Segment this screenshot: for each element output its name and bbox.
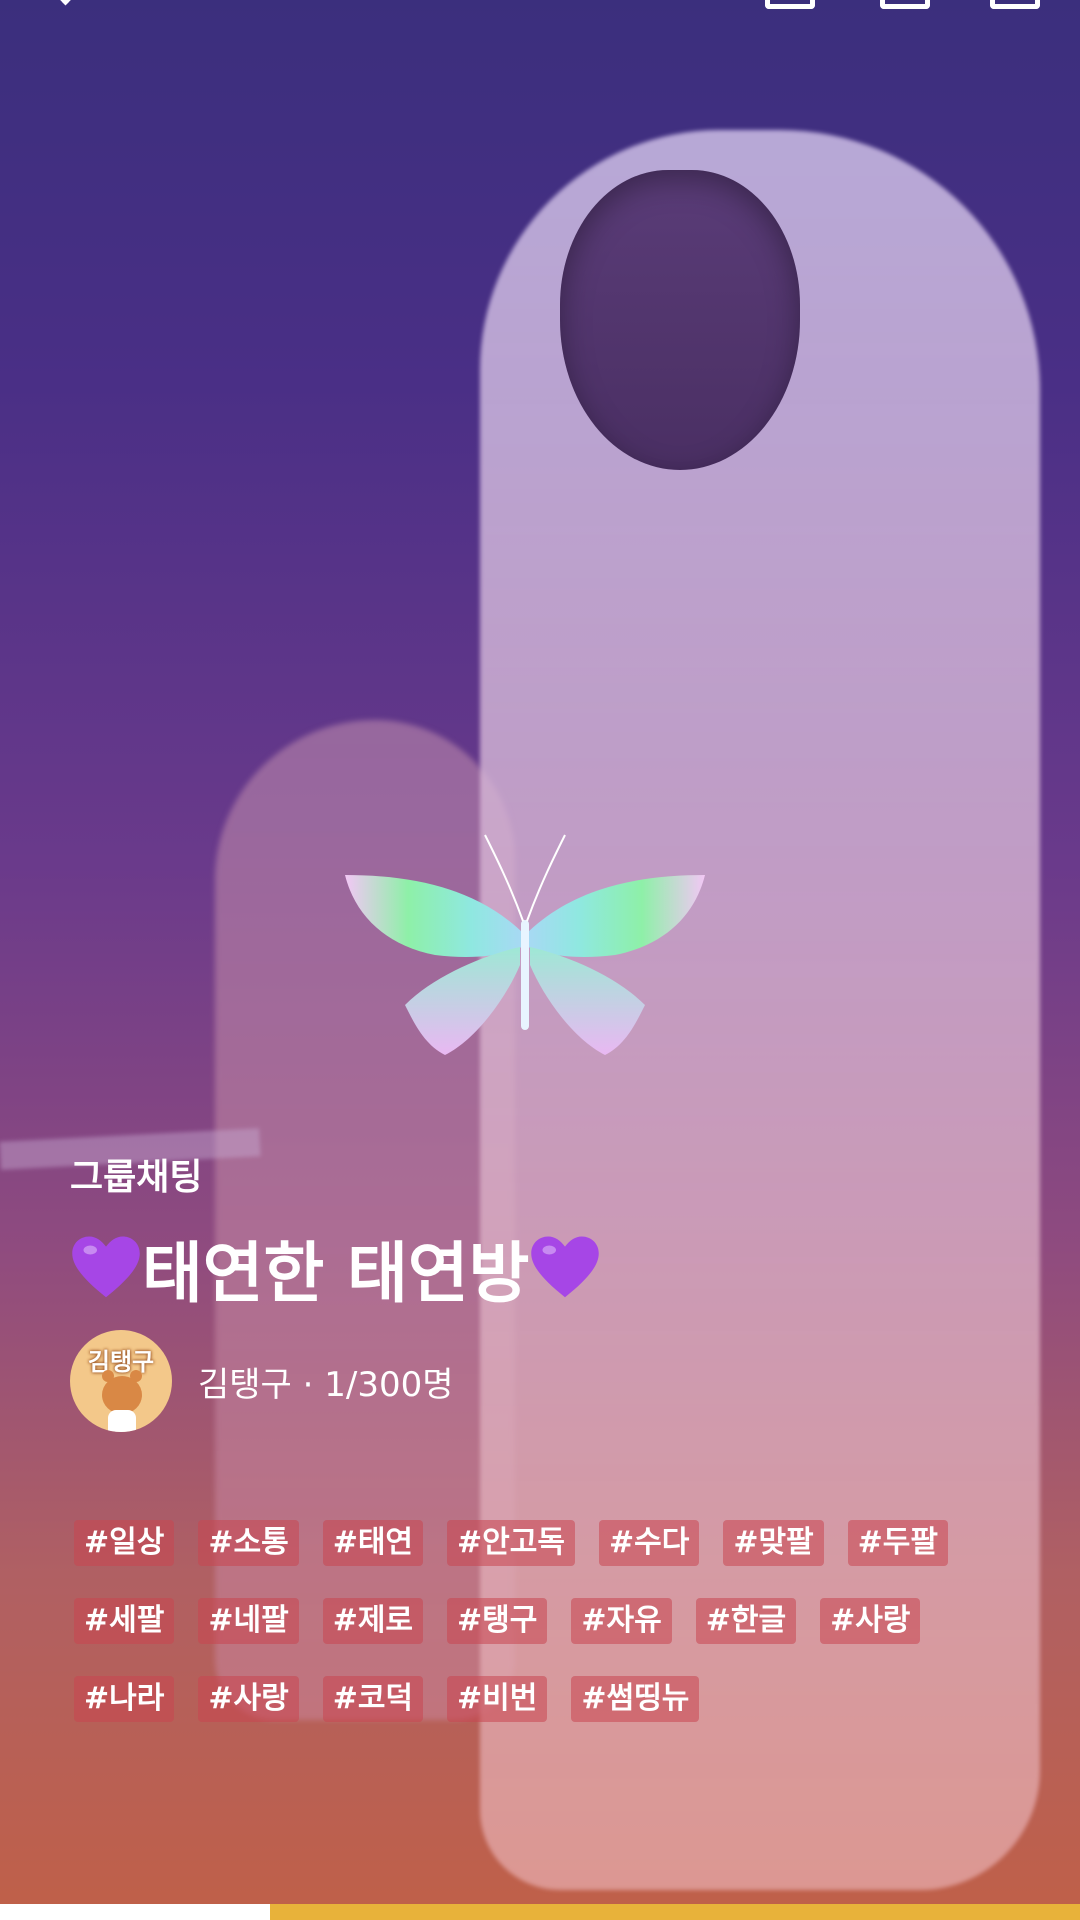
hashtag-chip[interactable]: #비번 — [447, 1676, 548, 1722]
photo-hood-opening — [560, 170, 800, 470]
tag-row: #나라 #사랑 #코덕 #비번 #썸띵뉴 — [74, 1676, 1014, 1722]
hashtag-chip[interactable]: #자유 — [571, 1598, 672, 1644]
room-title: 태연한 태연방 — [70, 1220, 601, 1316]
top-bar — [0, 0, 1080, 10]
hashtag-chip[interactable]: #네팔 — [198, 1598, 299, 1644]
tag-list: #일상 #소통 #태연 #안고독 #수다 #맞팔 #두팔 #세팔 #네팔 #제로 #탱구 #자유 #한글… — [74, 1520, 1014, 1754]
butterfly-sticker — [345, 834, 705, 1055]
owner-info: 김탱구 · 1/300명 — [198, 1364, 454, 1405]
report-icon[interactable] — [880, 0, 930, 9]
avatar-character-face — [102, 1370, 142, 1414]
hashtag-chip[interactable]: #사랑 — [820, 1598, 921, 1644]
hashtag-chip[interactable]: #안고독 — [447, 1520, 575, 1566]
hashtag-chip[interactable]: #두팔 — [847, 1520, 948, 1566]
hashtag-chip[interactable]: #썸띵뉴 — [571, 1676, 700, 1722]
purple-heart-icon — [531, 1236, 600, 1298]
hashtag-chip[interactable]: #맞팔 — [723, 1520, 824, 1566]
chevron-left-icon[interactable] — [50, 0, 81, 6]
hashtag-chip[interactable]: #한글 — [695, 1598, 797, 1644]
progress-bar — [0, 1904, 1080, 1920]
avatar-label: 김탱구 — [87, 1348, 155, 1376]
owner-row[interactable]: 김탱구 김탱구 · 1/300명 — [70, 1330, 454, 1432]
tag-row: #세팔 #네팔 #제로 #탱구 #자유 #한글 #사랑 — [74, 1598, 1014, 1644]
close-icon[interactable] — [990, 0, 1040, 9]
room-category: 그룹채팅 — [70, 1157, 203, 1198]
hashtag-chip[interactable]: #나라 — [74, 1676, 175, 1722]
open-chat-room-preview: 그룹채팅 태연한 태연방 김탱구 김탱구 · 1/300명 #일상 #소통 #태연 #… — [0, 0, 1080, 1920]
avatar-character-body — [108, 1410, 136, 1432]
hashtag-chip[interactable]: #일상 — [74, 1520, 175, 1566]
hashtag-chip[interactable]: #수다 — [598, 1520, 700, 1566]
tag-row: #일상 #소통 #태연 #안고독 #수다 #맞팔 #두팔 — [74, 1520, 1014, 1566]
progress-bar-fill — [0, 1904, 270, 1920]
avatar[interactable]: 김탱구 — [70, 1330, 172, 1432]
hashtag-chip[interactable]: #제로 — [322, 1598, 424, 1644]
room-title-text: 태연한 태연방 — [142, 1235, 530, 1312]
hashtag-chip[interactable]: #사랑 — [198, 1676, 299, 1722]
purple-heart-icon — [72, 1236, 140, 1298]
hashtag-chip[interactable]: #세팔 — [74, 1598, 175, 1644]
share-icon[interactable] — [765, 0, 815, 9]
hashtag-chip[interactable]: #탱구 — [447, 1598, 548, 1644]
hashtag-chip[interactable]: #코덕 — [322, 1676, 424, 1722]
hashtag-chip[interactable]: #소통 — [198, 1520, 299, 1566]
hashtag-chip[interactable]: #태연 — [322, 1520, 424, 1566]
